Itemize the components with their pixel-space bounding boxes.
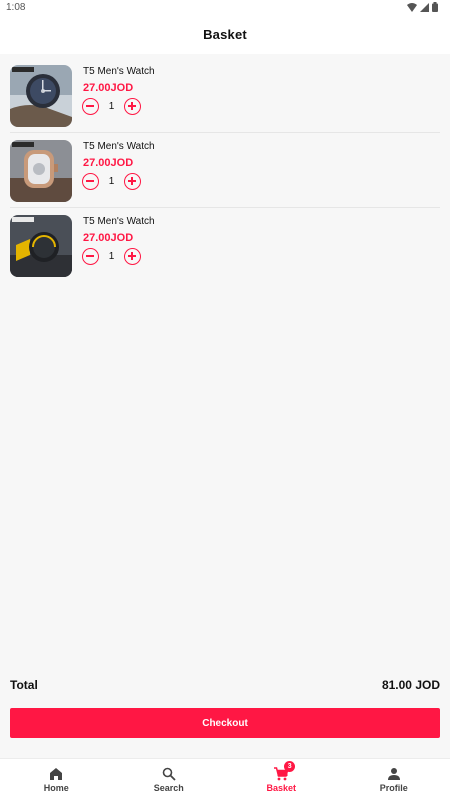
cart-count-badge: 3 — [284, 761, 296, 772]
quantity-stepper: 1 — [82, 248, 141, 265]
basket-item: T5 Men's Watch 27.00JOD 1 — [10, 208, 440, 283]
quantity-value: 1 — [108, 176, 115, 187]
item-price: 27.00JOD — [83, 157, 134, 169]
person-icon — [387, 767, 401, 781]
decrease-quantity-button[interactable] — [82, 248, 99, 265]
bottom-nav: Home Search 3 Basket Profile — [0, 758, 450, 800]
status-time: 1:08 — [6, 2, 26, 13]
quantity-stepper: 1 — [82, 98, 141, 115]
increase-quantity-button[interactable] — [124, 173, 141, 190]
quantity-stepper: 1 — [82, 173, 141, 190]
total-row: Total 81.00 JOD — [10, 678, 440, 694]
product-image[interactable] — [10, 65, 72, 127]
product-image[interactable] — [10, 215, 72, 277]
status-bar: 1:08 — [0, 0, 450, 16]
item-title: T5 Men's Watch — [83, 216, 155, 227]
nav-label: Search — [153, 783, 184, 793]
quantity-value: 1 — [108, 101, 115, 112]
nav-item-basket[interactable]: 3 Basket — [225, 759, 338, 800]
status-icons — [407, 2, 438, 12]
increase-quantity-button[interactable] — [124, 248, 141, 265]
decrease-quantity-button[interactable] — [82, 173, 99, 190]
basket-item: T5 Men's Watch 27.00JOD 1 — [10, 133, 440, 208]
home-icon — [49, 767, 63, 781]
search-icon — [162, 767, 176, 781]
app-bar: Basket — [0, 16, 450, 54]
item-title: T5 Men's Watch — [83, 66, 155, 77]
nav-item-search[interactable]: Search — [113, 759, 226, 800]
page-title: Basket — [203, 27, 247, 42]
item-price: 27.00JOD — [83, 232, 134, 244]
quantity-value: 1 — [108, 251, 115, 262]
basket-item: T5 Men's Watch 27.00JOD 1 — [10, 58, 440, 133]
item-price: 27.00JOD — [83, 82, 134, 94]
nav-label: Basket — [266, 783, 297, 793]
wifi-icon — [407, 2, 417, 12]
nav-item-profile[interactable]: Profile — [338, 759, 450, 800]
checkout-button[interactable]: Checkout — [10, 708, 440, 738]
increase-quantity-button[interactable] — [124, 98, 141, 115]
basket-list: T5 Men's Watch 27.00JOD 1 T5 Men's Watch… — [0, 58, 450, 283]
signal-icon — [420, 2, 429, 12]
nav-label: Profile — [379, 783, 408, 793]
total-label: Total — [10, 678, 38, 692]
product-image[interactable] — [10, 140, 72, 202]
decrease-quantity-button[interactable] — [82, 98, 99, 115]
nav-label: Home — [43, 783, 69, 793]
battery-icon — [432, 2, 438, 12]
nav-item-home[interactable]: Home — [0, 759, 113, 800]
item-title: T5 Men's Watch — [83, 141, 155, 152]
total-value: 81.00 JOD — [381, 678, 440, 692]
